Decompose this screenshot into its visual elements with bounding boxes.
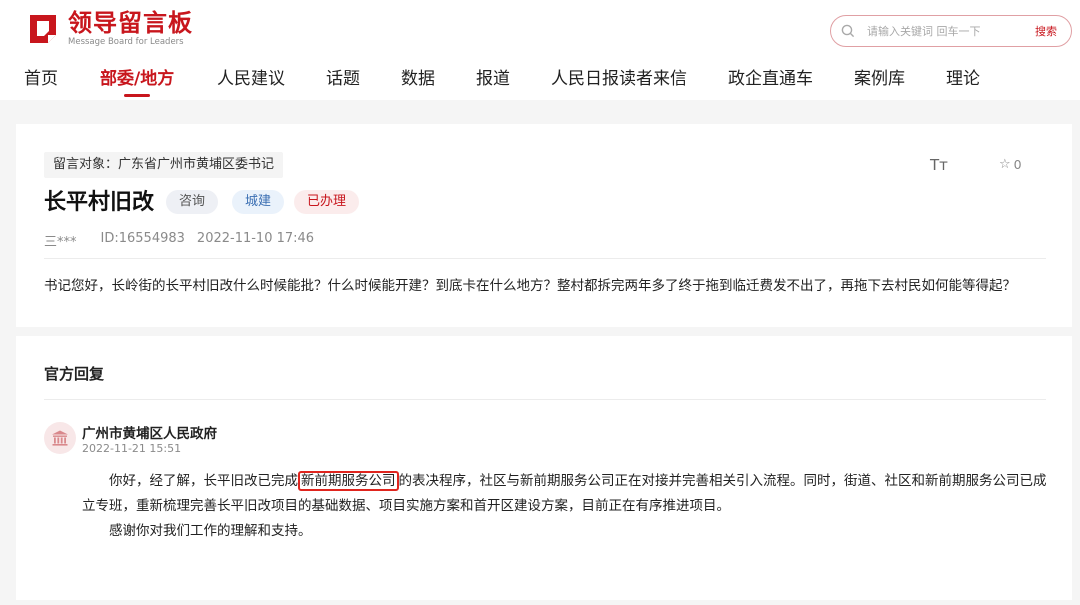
message-meta: 三*** ID:16554983 2022-11-10 17:46: [44, 231, 314, 250]
message-content: 书记您好，长岭街的长平村旧改什么时候能批？什么时候能开建？到底卡在什么地方？整村…: [44, 278, 1016, 294]
nav-reader-letters[interactable]: 人民日报读者来信: [551, 64, 687, 89]
logo-subtitle: Message Board for Leaders: [68, 36, 184, 47]
tag-consult: 咨询: [166, 190, 219, 214]
nav-case-library[interactable]: 案例库: [854, 64, 905, 89]
main-nav: 首页 部委/地方 人民建议 话题 数据 报道 人民日报读者来信 政企直通车 案例…: [0, 62, 1080, 100]
reply-heading: 官方回复: [44, 365, 105, 383]
font-size-icon[interactable]: Tт: [930, 156, 948, 174]
reply-text: 你好，经了解，长平旧改已完成: [109, 473, 298, 489]
search-button[interactable]: 搜索: [1035, 23, 1057, 39]
message-card: 留言对象：广东省广州市黄埔区委书记 Tт ☆ 0 长平村旧改 咨询 城建 已办理…: [16, 124, 1072, 327]
nav-ministries-local[interactable]: 部委/地方: [100, 64, 174, 89]
status-badge: 已办理: [294, 190, 360, 214]
nav-reports[interactable]: 报道: [476, 64, 510, 89]
message-id: ID:16554983: [100, 231, 185, 246]
nav-data[interactable]: 数据: [401, 64, 435, 89]
divider: [44, 258, 1046, 259]
nav-topics[interactable]: 话题: [326, 64, 360, 89]
avatar: [44, 422, 76, 454]
divider: [44, 399, 1046, 400]
logo-title: 领导留言板: [68, 8, 193, 37]
nav-people-suggestions[interactable]: 人民建议: [217, 64, 285, 89]
government-building-icon: [52, 430, 68, 446]
star-icon: ☆: [999, 157, 1011, 172]
nav-home[interactable]: 首页: [24, 64, 58, 89]
message-target: 留言对象：广东省广州市黄埔区委书记: [44, 152, 284, 178]
search-icon: [841, 24, 855, 38]
logo-icon: [26, 11, 60, 45]
nav-enterprise-express[interactable]: 政企直通车: [728, 64, 813, 89]
tag-urban-construction: 城建: [232, 190, 285, 214]
reply-content: 你好，经了解，长平旧改已完成 新前期服务公司 的表决程序，社区与新前期服务公司正在对…: [82, 469, 1052, 544]
nav-theory[interactable]: 理论: [946, 64, 980, 89]
search-box: 搜索: [830, 15, 1072, 47]
reply-datetime: 2022-11-21 15:51: [82, 442, 182, 455]
author-name: 三***: [44, 235, 77, 250]
message-title: 长平村旧改: [44, 190, 155, 215]
highlighted-phrase: 新前期服务公司: [298, 471, 399, 491]
reply-paragraph: 你好，经了解，长平旧改已完成 新前期服务公司 的表决程序，社区与新前期服务公司正在对…: [82, 469, 1052, 519]
favorite-count: 0: [1013, 157, 1022, 172]
search-input[interactable]: [867, 24, 1007, 38]
favorite-button[interactable]: ☆ 0: [999, 157, 1022, 172]
reply-card: 官方回复 广州市黄埔区人民政府 2022-11-21 15:51 你好，经了解，…: [16, 336, 1072, 600]
reply-paragraph: 感谢你对我们工作的理解和支持。: [109, 523, 312, 539]
site-logo[interactable]: 领导留言板 Message Board for Leaders: [26, 8, 193, 47]
nav-active-indicator: [124, 94, 150, 97]
site-header: 领导留言板 Message Board for Leaders 搜索 首页 部委…: [0, 0, 1080, 100]
reply-organization: 广州市黄埔区人民政府: [82, 426, 217, 442]
message-datetime: 2022-11-10 17:46: [196, 231, 315, 246]
